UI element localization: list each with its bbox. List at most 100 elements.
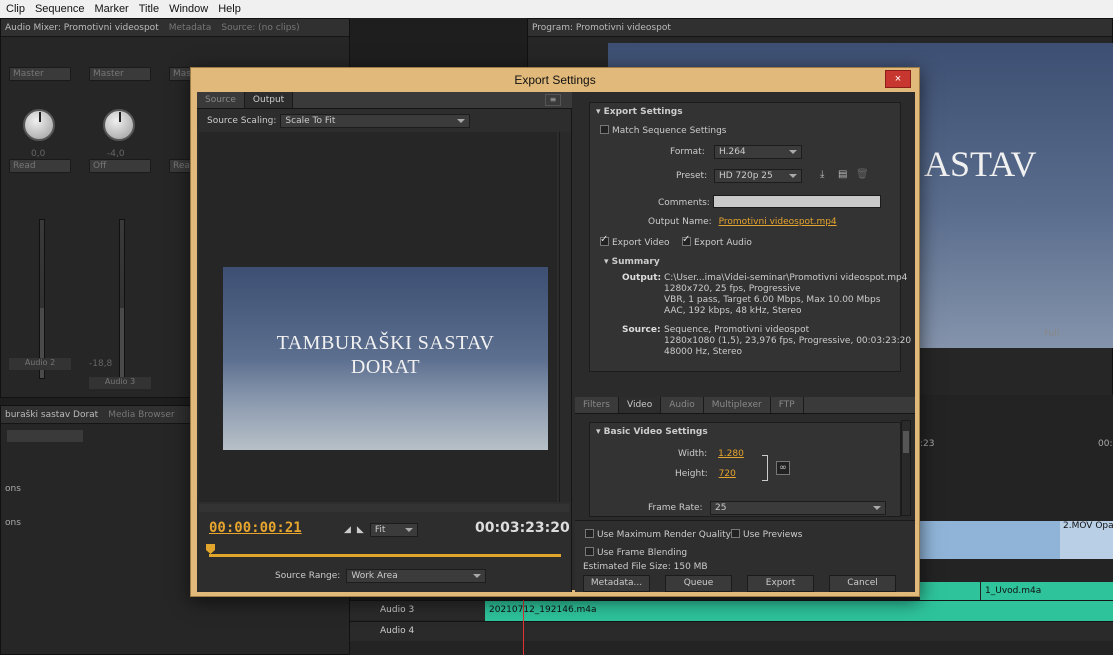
tab-media-browser[interactable]: Media Browser bbox=[108, 410, 174, 420]
automation-select[interactable]: Read bbox=[9, 159, 71, 173]
format-select[interactable]: H.264 bbox=[714, 145, 802, 159]
export-audio-row[interactable]: Export Audio bbox=[682, 234, 752, 248]
match-sequence-row[interactable]: Match Sequence Settings bbox=[600, 125, 727, 136]
tab-metadata[interactable]: Metadata bbox=[169, 23, 212, 33]
panel-menu-icon[interactable]: ≡ bbox=[545, 94, 561, 106]
output-line: C:\User...ima\Videi-seminar\Promotivni v… bbox=[664, 273, 908, 283]
chain-link-icon[interactable]: ∞ bbox=[776, 461, 790, 475]
use-previews-label: Use Previews bbox=[743, 530, 803, 540]
tab-ftp[interactable]: FTP bbox=[771, 397, 804, 413]
close-button[interactable]: × bbox=[885, 70, 911, 88]
audio-clip[interactable]: 20210712_192146.m4a bbox=[485, 601, 1113, 621]
tab-output[interactable]: Output bbox=[244, 92, 294, 108]
source-scaling-value: Scale To Fit bbox=[285, 116, 336, 126]
zoom-fit-value: Fit bbox=[374, 525, 386, 535]
menu-sequence[interactable]: Sequence bbox=[35, 3, 85, 15]
source-scaling-select[interactable]: Scale To Fit bbox=[280, 114, 471, 128]
tab-source[interactable]: Source bbox=[197, 92, 245, 108]
summary-heading[interactable]: ▾ Summary bbox=[604, 257, 660, 267]
audio-clip[interactable] bbox=[920, 582, 980, 602]
import-preset-icon[interactable]: ▤ bbox=[838, 169, 847, 180]
comments-input[interactable] bbox=[712, 195, 881, 208]
mixer-channel: Mast Read bbox=[165, 59, 196, 389]
source-label: Source: bbox=[622, 325, 661, 335]
program-title-text: ASTAV bbox=[924, 144, 1037, 184]
mixer-channel: Master -4,0 Off -18,8 Audio 3 bbox=[85, 59, 155, 389]
frame-rate-select[interactable]: 25 bbox=[710, 501, 886, 515]
output-preview-frame: TAMBURAŠKI SASTAV DORAT bbox=[223, 267, 548, 450]
tab-filters[interactable]: Filters bbox=[575, 397, 619, 413]
tab-source[interactable]: Source: (no clips) bbox=[221, 23, 299, 33]
output-line: 1280x720, 25 fps, Progressive bbox=[664, 284, 801, 294]
export-video-checkbox[interactable] bbox=[600, 234, 609, 246]
program-zoom-select[interactable]: Full bbox=[1044, 329, 1059, 339]
basic-video-heading[interactable]: ▾ Basic Video Settings bbox=[596, 427, 708, 437]
save-preset-icon[interactable]: ⤓ bbox=[820, 169, 824, 180]
menu-help[interactable]: Help bbox=[218, 3, 241, 15]
set-in-point-icon[interactable]: ◢ bbox=[344, 525, 351, 535]
project-label: ons bbox=[5, 484, 21, 494]
preview-playhead[interactable] bbox=[206, 544, 215, 554]
use-previews-row[interactable]: Use Previews bbox=[731, 529, 802, 540]
export-button[interactable]: Export bbox=[747, 575, 814, 592]
set-out-point-icon[interactable]: ◣ bbox=[357, 525, 364, 535]
pan-knob[interactable] bbox=[103, 109, 135, 141]
zoom-fit-select[interactable]: Fit bbox=[369, 523, 418, 537]
menu-marker[interactable]: Marker bbox=[95, 3, 129, 15]
export-audio-checkbox[interactable] bbox=[682, 234, 691, 246]
width-value[interactable]: 1.280 bbox=[718, 449, 744, 459]
export-settings-section: ▾ Export Settings Match Sequence Setting… bbox=[589, 102, 911, 372]
export-video-row[interactable]: Export Video bbox=[600, 234, 670, 248]
delete-preset-icon[interactable]: 🗑 bbox=[856, 169, 869, 180]
menu-title[interactable]: Title bbox=[139, 3, 159, 15]
channel-name: Audio 3 bbox=[89, 377, 151, 389]
video-clip-2mov[interactable]: 2.MOV Opa bbox=[1060, 521, 1113, 559]
max-render-row[interactable]: Use Maximum Render Quality bbox=[585, 529, 731, 540]
preset-select[interactable]: HD 720p 25 bbox=[714, 169, 802, 183]
current-time-display[interactable]: 00:00:00:21 bbox=[209, 520, 302, 536]
program-tab-bar: Program: Promotivni videospot bbox=[528, 19, 1112, 37]
scrollbar-thumb[interactable] bbox=[903, 431, 909, 453]
work-area-bar[interactable] bbox=[209, 554, 561, 557]
use-previews-checkbox[interactable] bbox=[731, 529, 740, 538]
chevron-down-icon bbox=[789, 150, 797, 154]
queue-button[interactable]: Queue bbox=[665, 575, 732, 592]
preview-title-line1: TAMBURAŠKI SASTAV bbox=[276, 332, 495, 354]
timeline-playhead[interactable] bbox=[523, 600, 524, 655]
tab-program[interactable]: Program: Promotivni videospot bbox=[532, 23, 671, 33]
tab-audio-mixer[interactable]: Audio Mixer: Promotivni videospot bbox=[5, 23, 159, 33]
audio-clip-uvod[interactable]: 1_Uvod.m4a bbox=[981, 582, 1113, 602]
output-name-link[interactable]: Promotivni videospot.mp4 bbox=[719, 217, 837, 227]
height-value[interactable]: 720 bbox=[719, 469, 736, 479]
source-range-select[interactable]: Work Area bbox=[346, 569, 487, 583]
tab-video[interactable]: Video bbox=[618, 397, 662, 413]
metadata-button[interactable]: Metadata... bbox=[583, 575, 650, 592]
mixer-output-select[interactable]: Master bbox=[89, 67, 151, 81]
track-name: Audio 4 bbox=[380, 626, 415, 636]
project-search[interactable] bbox=[7, 430, 83, 442]
tab-audio[interactable]: Audio bbox=[661, 397, 704, 413]
height-label: Height: bbox=[675, 469, 708, 479]
max-render-checkbox[interactable] bbox=[585, 529, 594, 538]
frame-blending-checkbox[interactable] bbox=[585, 547, 594, 556]
preview-horizontal-scrollbar[interactable] bbox=[199, 504, 569, 512]
track-audio-3: Audio 3 20210712_192146.m4a bbox=[350, 600, 1113, 621]
match-sequence-checkbox[interactable] bbox=[600, 125, 609, 134]
menu-clip[interactable]: Clip bbox=[6, 3, 25, 15]
preview-vertical-scrollbar[interactable] bbox=[559, 132, 571, 502]
menu-window[interactable]: Window bbox=[169, 3, 208, 15]
tab-multiplexer[interactable]: Multiplexer bbox=[704, 397, 771, 413]
export-settings-heading[interactable]: ▾ Export Settings bbox=[596, 107, 683, 117]
preview-title-line2: DORAT bbox=[350, 356, 421, 378]
dialog-title: Export Settings bbox=[514, 73, 596, 87]
settings-scrollbar[interactable] bbox=[901, 420, 911, 516]
mixer-output-select[interactable]: Master bbox=[9, 67, 71, 81]
preview-title-text: TAMBURAŠKI SASTAV DORAT bbox=[223, 331, 548, 379]
pan-knob[interactable] bbox=[23, 109, 55, 141]
cancel-button[interactable]: Cancel bbox=[829, 575, 896, 592]
tab-project[interactable]: buraški sastav Dorat bbox=[5, 410, 98, 420]
source-line: 48000 Hz, Stereo bbox=[664, 347, 743, 357]
automation-select[interactable]: Off bbox=[89, 159, 151, 173]
frame-blending-row[interactable]: Use Frame Blending bbox=[585, 547, 687, 558]
frame-rate-label: Frame Rate: bbox=[648, 503, 703, 513]
